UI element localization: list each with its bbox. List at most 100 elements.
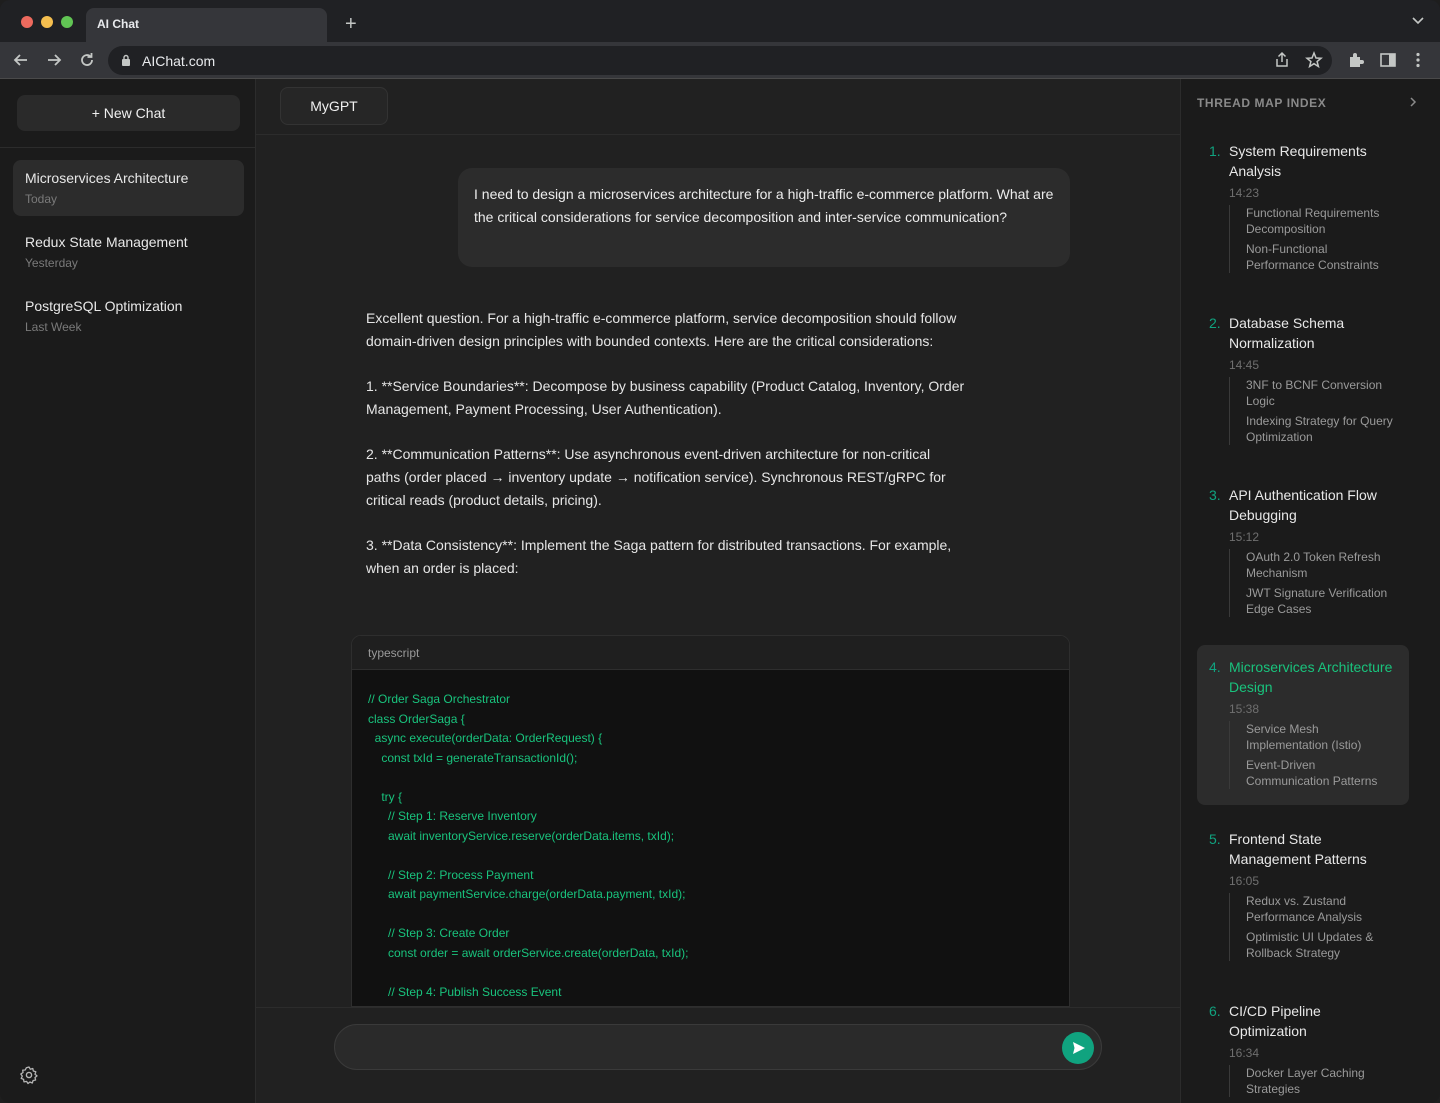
chat-item-date: Yesterday [25, 256, 78, 270]
thread-entry[interactable]: 5. Frontend State Management Patterns 16:… [1197, 817, 1409, 977]
extensions-puzzle-icon[interactable] [1346, 50, 1366, 70]
thread-entry-title: System Requirements Analysis [1229, 143, 1367, 179]
code-line: await paymentService.charge(orderData.pa… [368, 887, 686, 901]
bookmark-star-icon[interactable] [1304, 50, 1324, 70]
code-line: // Step 1: Reserve Inventory [368, 809, 537, 823]
chat-item-microservices[interactable]: Microservices Architecture Today [13, 160, 244, 216]
chat-item-date: Last Week [25, 320, 82, 334]
code-block: typescript // Order Saga Orchestrator cl… [351, 635, 1070, 1007]
composer [256, 1007, 1180, 1103]
thread-subtopic[interactable]: OAuth 2.0 Token Refresh Mechanism [1246, 549, 1396, 581]
more-menu-icon[interactable] [1408, 50, 1428, 70]
thread-entry-time: 14:45 [1229, 358, 1260, 372]
thread-subtopic[interactable]: 3NF to BCNF Conversion Logic [1246, 377, 1396, 409]
lock-icon [122, 54, 130, 66]
settings-gear-icon[interactable] [19, 1065, 39, 1085]
thread-entry-time: 15:12 [1229, 530, 1260, 544]
thread-entry-number: 5. [1209, 831, 1221, 847]
thread-entry-number: 4. [1209, 659, 1221, 675]
chat-item-redux[interactable]: Redux State Management Yesterday [13, 224, 244, 280]
thread-subtopic[interactable]: Indexing Strategy for Query Optimization [1246, 413, 1396, 445]
thread-entry-number: 3. [1209, 487, 1221, 503]
assistant-paragraph: 3. **Data Consistency**: Implement the S… [366, 537, 952, 576]
thread-subtopic[interactable]: Service Mesh Implementation (Istio) [1246, 721, 1396, 753]
thread-entry-title: Frontend State Management Patterns [1229, 831, 1367, 867]
forward-arrow-icon[interactable] [44, 50, 64, 70]
thread-entry[interactable]: 1. System Requirements Analysis 14:23 Fun… [1197, 129, 1409, 289]
thread-entry[interactable]: 6. CI/CD Pipeline Optimization 16:34 Dock… [1197, 989, 1409, 1103]
code-line: await inventoryService.reserve(orderData… [368, 828, 675, 843]
maximize-window-button[interactable] [61, 16, 73, 28]
new-tab-button[interactable]: + [345, 12, 357, 36]
address-bar[interactable]: AIChat.com [108, 46, 1332, 75]
code-language-label: typescript [352, 636, 1069, 670]
user-message: I need to design a microservices archite… [458, 168, 1070, 267]
thread-entry[interactable]: 2. Database Schema Normalization 14:45 3N… [1197, 301, 1409, 461]
thread-subtopics: OAuth 2.0 Token Refresh Mechanism JWT Si… [1229, 549, 1397, 617]
thread-entry-title: Database Schema Normalization [1229, 315, 1345, 351]
code-line: const txId = generateTransactionId(); [368, 750, 578, 765]
thread-subtopic[interactable]: Functional Requirements Decomposition [1246, 205, 1396, 237]
thread-entry-time: 16:05 [1229, 874, 1260, 888]
message-input[interactable] [334, 1024, 1102, 1070]
new-chat-button[interactable]: + New Chat [17, 95, 240, 131]
code-line: // Order Saga Orchestrator [368, 692, 511, 706]
send-button[interactable] [1062, 1032, 1094, 1064]
thread-map-header: THREAD MAP INDEX [1197, 96, 1327, 110]
chat-header: MyGPT [256, 79, 1180, 135]
sidebar-divider [0, 147, 255, 148]
side-panel-icon[interactable] [1378, 50, 1398, 70]
reload-icon[interactable] [77, 50, 97, 70]
thread-entry-number: 6. [1209, 1003, 1221, 1019]
code-line: // Step 4: Publish Success Event [368, 984, 562, 999]
code-line: const order = await orderService.create(… [368, 945, 689, 960]
thread-subtopics: Service Mesh Implementation (Istio) Even… [1229, 721, 1397, 789]
thread-subtopic[interactable]: Event-Driven Communication Patterns [1246, 757, 1396, 789]
chat-item-title: Redux State Management [25, 234, 188, 250]
tab-title: AI Chat [97, 17, 139, 31]
browser-toolbar: AIChat.com [0, 42, 1440, 79]
thread-entry-title: Microservices Architecture Design [1229, 659, 1393, 695]
thread-entry-active[interactable]: 4. Microservices Architecture Design 15:3… [1197, 645, 1409, 805]
thread-entry-time: 14:23 [1229, 186, 1260, 200]
code-line: class OrderSaga { [368, 711, 465, 726]
chat-main: MyGPT I need to design a microservices a… [256, 79, 1180, 1103]
browser-window: AI Chat + AIChat.com + New Chat Microser… [0, 0, 1440, 1103]
thread-entry-time: 16:34 [1229, 1046, 1260, 1060]
close-window-button[interactable] [21, 16, 33, 28]
code-body: // Order Saga Orchestrator class OrderSa… [352, 670, 1069, 1006]
minimize-window-button[interactable] [41, 16, 53, 28]
thread-subtopics: Functional Requirements Decomposition No… [1229, 205, 1397, 273]
thread-subtopic[interactable]: Docker Layer Caching Strategies [1246, 1065, 1396, 1097]
thread-entry-time: 15:38 [1229, 702, 1260, 716]
thread-entry[interactable]: 3. API Authentication Flow Debugging 15:1… [1197, 473, 1409, 633]
url-text: AIChat.com [142, 53, 216, 69]
thread-entry-title: CI/CD Pipeline Optimization [1229, 1003, 1321, 1039]
thread-subtopics: 3NF to BCNF Conversion Logic Indexing St… [1229, 377, 1397, 445]
code-line: try { [368, 789, 403, 804]
send-icon [1073, 1042, 1085, 1054]
chat-sidebar: + New Chat Microservices Architecture To… [0, 79, 256, 1103]
chat-item-postgresql[interactable]: PostgreSQL Optimization Last Week [13, 288, 244, 344]
code-line: // Step 2: Process Payment [368, 867, 534, 882]
thread-entry-number: 2. [1209, 315, 1221, 331]
chevron-down-icon[interactable] [1410, 12, 1426, 28]
chat-item-date: Today [25, 192, 58, 206]
chevron-right-icon[interactable] [1407, 96, 1419, 108]
browser-tab[interactable]: AI Chat [86, 8, 327, 42]
thread-subtopic[interactable]: Non-Functional Performance Constraints [1246, 241, 1396, 273]
thread-map-panel: THREAD MAP INDEX 1. System Requirements A… [1180, 79, 1440, 1103]
thread-subtopics: Redux vs. Zustand Performance Analysis O… [1229, 893, 1397, 961]
thread-subtopic[interactable]: JWT Signature Verification Edge Cases [1246, 585, 1396, 617]
back-arrow-icon[interactable] [11, 50, 31, 70]
thread-entry-number: 1. [1209, 143, 1221, 159]
tab-strip: AI Chat + [0, 0, 1440, 42]
model-selector-button[interactable]: MyGPT [280, 87, 388, 125]
thread-subtopic[interactable]: Redux vs. Zustand Performance Analysis [1246, 893, 1396, 925]
thread-subtopic[interactable]: Optimistic UI Updates & Rollback Strateg… [1246, 929, 1396, 961]
share-icon[interactable] [1272, 50, 1292, 70]
